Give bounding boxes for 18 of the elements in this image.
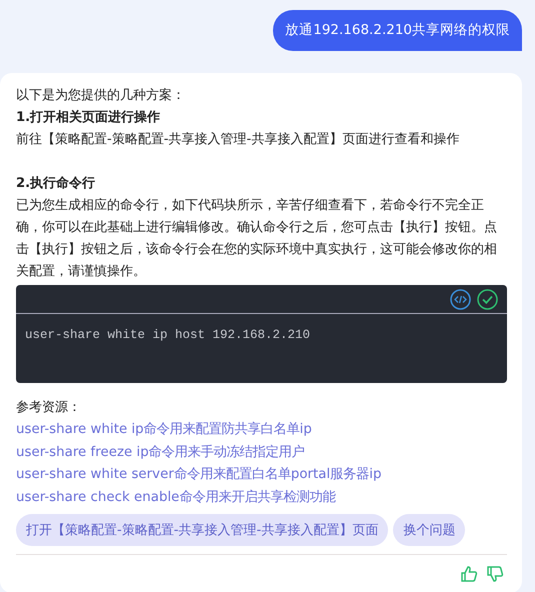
code-icon[interactable] [450, 288, 471, 310]
check-icon[interactable] [477, 288, 498, 310]
suggestion-chip[interactable]: 换个问题 [393, 514, 466, 546]
section-heading: 2.执行命令行 [16, 175, 96, 193]
reference-link[interactable]: user-share white server命令用来配置白名单portal服务器ip [16, 464, 382, 486]
thumbs-down-icon[interactable] [486, 565, 504, 583]
references-label: 参考资源： [16, 399, 82, 417]
section-heading: 1.打开相关页面进行操作 [16, 108, 162, 127]
section-text: 前往【策略配置-策略配置-共享接入管理-共享接入配置】页面进行查看和操作 [16, 131, 460, 149]
thumbs-up-icon[interactable] [460, 565, 478, 583]
reference-link[interactable]: user-share check enable命令用来开启共享检测功能 [16, 486, 336, 509]
suggestion-chip[interactable]: 打开【策略配置-策略配置-共享接入管理-共享接入配置】页面 [16, 514, 388, 546]
intro-text: 以下是为您提供的几种方案： [16, 87, 186, 105]
section-text: 已为您生成相应的命令行，如下代码块所示，辛苦仔细查看下，若命令行不完全正确，你可以在此基础上进行编辑修改。确认命令行之后，您可点击【执行】按钮。点击【执行】按钮之后，该命令行会在您的实际环境中真实执行，这可能会修改你的相关配置，请谨慎操作。 [16, 197, 498, 281]
user-message: 放通192.168.2.210共享网络的权限 [273, 10, 522, 51]
reference-link[interactable]: user-share white ip命令用来配置防共享白名单ip [16, 419, 312, 442]
reference-link[interactable]: user-share freeze ip命令用来手动冻结指定用户 [16, 442, 305, 464]
code-line: user-share white ip host 192.168.2.210 [24, 327, 312, 344]
